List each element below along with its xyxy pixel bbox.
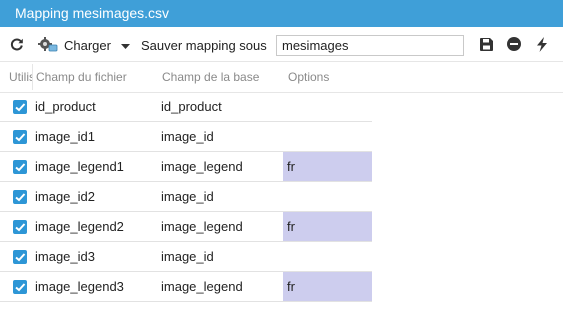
check-icon <box>15 103 26 112</box>
options-cell[interactable] <box>283 92 372 121</box>
table-row[interactable]: image_legend3 image_legend fr <box>0 272 372 302</box>
db-field-cell[interactable]: image_legend <box>161 272 243 301</box>
load-dropdown-button[interactable] <box>121 32 133 59</box>
use-checkbox[interactable] <box>13 130 27 144</box>
mapping-grid: id_product id_product image_id1 image_id… <box>0 92 372 302</box>
table-row[interactable]: image_legend1 image_legend fr <box>0 152 372 182</box>
use-checkbox[interactable] <box>13 190 27 204</box>
bolt-icon <box>536 36 548 55</box>
file-field-cell: image_legend1 <box>35 159 124 174</box>
refresh-icon <box>10 37 24 54</box>
refresh-button[interactable] <box>10 32 26 59</box>
options-cell[interactable] <box>283 242 372 271</box>
use-checkbox[interactable] <box>13 280 27 294</box>
check-icon <box>15 163 26 172</box>
use-checkbox[interactable] <box>13 100 27 114</box>
column-divider <box>32 64 33 90</box>
check-icon <box>15 283 26 292</box>
load-label: Charger <box>64 38 111 53</box>
save-button[interactable] <box>480 32 496 59</box>
save-as-label: Sauver mapping sous <box>141 38 267 53</box>
save-icon <box>480 37 493 54</box>
file-field-cell: image_id3 <box>35 249 95 264</box>
check-icon <box>15 133 26 142</box>
file-field-cell: image_id1 <box>35 129 95 144</box>
table-row[interactable]: image_id3 image_id <box>0 242 372 272</box>
file-field-cell: image_legend2 <box>35 219 124 234</box>
table-row[interactable]: id_product id_product <box>0 92 372 122</box>
table-row[interactable]: image_id2 image_id <box>0 182 372 212</box>
remove-button[interactable] <box>507 32 523 59</box>
check-icon <box>15 253 26 262</box>
db-field-cell[interactable]: id_product <box>161 92 222 121</box>
toolbar: Charger Sauver mapping sous <box>0 32 563 59</box>
column-header-options[interactable]: Options <box>288 62 368 92</box>
check-icon <box>15 223 26 232</box>
options-cell[interactable]: fr <box>283 152 372 181</box>
db-field-cell[interactable]: image_id <box>161 242 214 271</box>
db-field-cell[interactable]: image_id <box>161 122 214 151</box>
remove-icon <box>507 37 521 54</box>
run-button[interactable] <box>536 32 550 59</box>
use-checkbox[interactable] <box>13 160 27 174</box>
use-checkbox[interactable] <box>13 220 27 234</box>
file-field-cell: image_id2 <box>35 189 95 204</box>
check-icon <box>15 193 26 202</box>
column-header-file-field[interactable]: Champ du fichier <box>36 62 156 92</box>
grid-header: Utiliser Champ du fichier Champ de la ba… <box>0 62 563 92</box>
db-field-cell[interactable]: image_legend <box>161 212 243 241</box>
mapping-name-input[interactable] <box>276 35 464 56</box>
options-cell[interactable]: fr <box>283 212 372 241</box>
column-header-use[interactable]: Utiliser <box>9 62 32 92</box>
db-field-cell[interactable]: image_legend <box>161 152 243 181</box>
chevron-down-icon <box>121 38 130 53</box>
window-title: Mapping mesimages.csv <box>0 0 563 27</box>
options-cell[interactable] <box>283 182 372 211</box>
use-checkbox[interactable] <box>13 250 27 264</box>
options-cell[interactable] <box>283 122 372 151</box>
load-button[interactable]: Charger <box>38 32 111 59</box>
file-field-cell: image_legend3 <box>35 279 124 294</box>
db-field-cell[interactable]: image_id <box>161 182 214 211</box>
column-header-db-field[interactable]: Champ de la base <box>162 62 282 92</box>
load-icon <box>38 36 58 55</box>
table-row[interactable]: image_id1 image_id <box>0 122 372 152</box>
options-cell[interactable]: fr <box>283 272 372 301</box>
file-field-cell: id_product <box>35 99 96 114</box>
table-row[interactable]: image_legend2 image_legend fr <box>0 212 372 242</box>
